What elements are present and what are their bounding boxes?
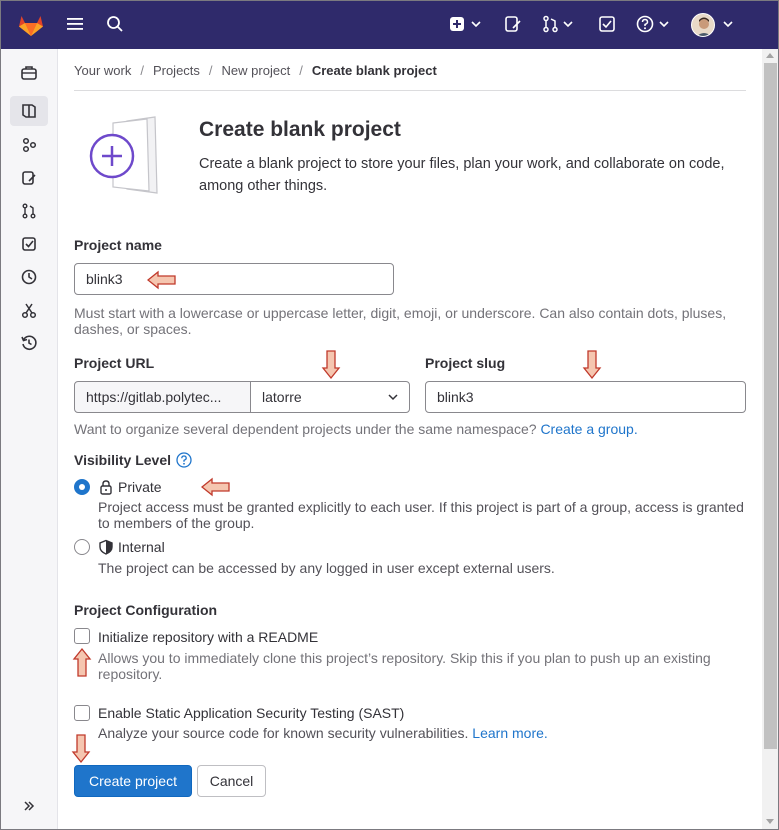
chevron-down-icon[interactable] (722, 15, 734, 33)
shield-icon (98, 539, 114, 560)
internal-description: The project can be accessed by any logge… (98, 560, 555, 576)
private-radio[interactable] (74, 479, 90, 495)
snippet-icon[interactable] (10, 295, 48, 325)
project-name-input[interactable]: blink3 (74, 263, 394, 295)
project-configuration-label: Project Configuration (74, 602, 218, 618)
page-title: Create blank project (199, 118, 401, 141)
todo-icon[interactable] (10, 229, 48, 259)
help-icon[interactable] (636, 15, 672, 33)
annotation-arrow-down (321, 350, 341, 380)
breadcrumb: Your work / Projects / New project / Cre… (74, 63, 437, 78)
breadcrumb-projects[interactable]: Projects (153, 63, 200, 78)
plus-square-icon[interactable] (449, 15, 483, 33)
private-description: Project access must be granted explicitl… (98, 499, 744, 531)
learn-more-link[interactable]: Learn more. (472, 725, 547, 741)
divider (74, 90, 746, 91)
readme-checkbox[interactable] (74, 628, 90, 644)
breadcrumb-your-work[interactable]: Your work (74, 63, 131, 78)
sast-description-text: Analyze your source code for known secur… (98, 725, 469, 741)
todo-icon[interactable] (598, 15, 616, 33)
merge-request-icon[interactable] (10, 196, 48, 226)
scroll-down-arrow-icon[interactable] (766, 819, 774, 824)
merge-request-icon[interactable] (542, 15, 576, 33)
search-icon[interactable] (106, 15, 124, 33)
hamburger-icon[interactable] (66, 15, 84, 33)
annotation-arrow-left (201, 477, 230, 497)
create-group-link[interactable]: Create a group. (540, 421, 637, 437)
breadcrumb-new-project[interactable]: New project (222, 63, 291, 78)
project-icon[interactable] (10, 96, 48, 126)
project-url-prefix: https://gitlab.polytec... (74, 381, 251, 413)
breadcrumb-current[interactable]: Create blank project (312, 63, 437, 78)
annotation-arrow-down (71, 734, 91, 764)
scroll-up-arrow-icon[interactable] (766, 53, 774, 58)
internal-label[interactable]: Internal (118, 539, 165, 555)
sast-checkbox[interactable] (74, 705, 90, 721)
chevron-down-icon (387, 382, 399, 412)
readme-label[interactable]: Initialize repository with a README (98, 629, 318, 645)
breadcrumb-separator: / (140, 63, 144, 78)
internal-radio[interactable] (74, 539, 90, 555)
project-name-label: Project name (74, 237, 162, 253)
lock-icon (98, 479, 114, 500)
create-project-button[interactable]: Create project (74, 765, 192, 797)
annotation-arrow-down (582, 350, 602, 380)
issues-icon[interactable] (10, 163, 48, 193)
clock-icon[interactable] (10, 262, 48, 292)
help-icon[interactable] (176, 452, 192, 473)
namespace-help: Want to organize several dependent proje… (74, 421, 746, 437)
gitlab-logo[interactable] (18, 13, 44, 37)
blank-project-illustration (87, 115, 173, 202)
annotation-arrow-left (147, 270, 176, 290)
readme-description: Allows you to immediately clone this pro… (98, 650, 711, 682)
namespace-help-text: Want to organize several dependent proje… (74, 421, 537, 437)
breadcrumb-separator: / (299, 63, 303, 78)
project-name-help: Must start with a lowercase or uppercase… (74, 305, 727, 337)
chevron-double-right-icon[interactable] (10, 791, 48, 821)
sast-description: Analyze your source code for known secur… (98, 725, 746, 741)
namespace-select[interactable]: latorre (250, 381, 410, 413)
sidebar (1, 49, 58, 829)
issues-icon[interactable] (504, 15, 522, 33)
scrollbar-thumb[interactable] (764, 63, 777, 749)
history-icon[interactable] (10, 328, 48, 358)
annotation-arrow-up (72, 647, 92, 677)
sast-label[interactable]: Enable Static Application Security Testi… (98, 705, 404, 721)
briefcase-icon[interactable] (10, 58, 48, 88)
page-description: Create a blank project to store your fil… (199, 156, 725, 194)
private-label[interactable]: Private (118, 479, 162, 495)
top-bar (1, 1, 778, 49)
group-icon[interactable] (10, 130, 48, 160)
namespace-value: latorre (262, 389, 302, 405)
app-window: Your work / Projects / New project / Cre… (0, 0, 779, 830)
project-slug-input[interactable]: blink3 (425, 381, 746, 413)
visibility-label: Visibility Level (74, 452, 172, 468)
project-url-label: Project URL (74, 355, 155, 371)
project-slug-label: Project slug (425, 355, 506, 371)
avatar[interactable] (691, 13, 715, 37)
breadcrumb-separator: / (208, 63, 213, 78)
cancel-button[interactable]: Cancel (197, 765, 266, 797)
